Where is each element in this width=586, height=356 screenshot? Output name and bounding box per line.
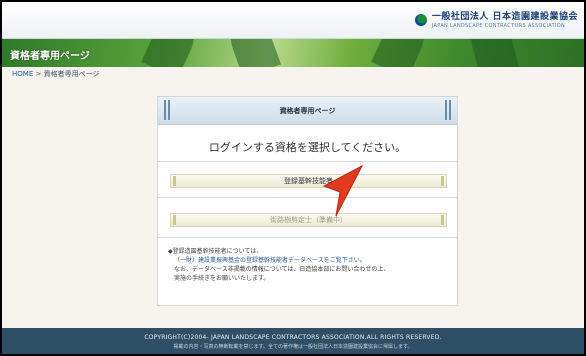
association-logo-icon (414, 14, 427, 26)
leaf-decoration (464, 39, 520, 67)
brand-logo-area[interactable]: 一般社団法人 日本造園建設業協会 JAPAN LANDSCAPE CONTRAC… (414, 12, 578, 29)
divider (158, 237, 457, 238)
divider (158, 161, 457, 162)
banner-title: 資格者専用ページ (10, 51, 90, 62)
button-cap (173, 176, 176, 186)
panel-header: 資格者専用ページ (158, 97, 457, 125)
site-header: 一般社団法人 日本造園建設業協会 JAPAN LANDSCAPE CONTRAC… (2, 2, 584, 39)
notes-line-1: なお、データベース非掲載の情報については、日造協本部にお問い合わせの上、 (174, 266, 390, 273)
brand-text: 一般社団法人 日本造園建設業協会 JAPAN LANDSCAPE CONTRAC… (432, 12, 578, 29)
qualification-panel: 資格者専用ページ ログインする資格を選択してください。 登録基幹技能者 街路樹剪… (157, 96, 458, 306)
breadcrumb-current: 資格者専用ページ (43, 70, 100, 78)
leaf-decoration (371, 39, 433, 67)
qualification-button-kikan[interactable]: 登録基幹技能者 (170, 174, 447, 188)
breadcrumb: HOME > 資格者専用ページ (12, 69, 99, 79)
breadcrumb-separator: > (35, 70, 42, 78)
database-link[interactable]: （一財）建設業振興基金の登録基幹技能者データベースをご覧下さい。 (168, 256, 452, 265)
breadcrumb-home-link[interactable]: HOME (12, 70, 33, 78)
notes-section: ◆登録造園基幹技能者については、 （一財）建設業振興基金の登録基幹技能者データベ… (168, 247, 452, 283)
footer-copyright: COPYRIGHT(C)2004- JAPAN LANDSCAPE CONTRA… (144, 334, 442, 341)
button-cap (441, 176, 444, 186)
qualification-button-gairoju[interactable]: 街路樹剪定士（準備中） (170, 213, 447, 227)
org-name-en: JAPAN LANDSCAPE CONTRACTORS ASSOCIATION (431, 23, 566, 29)
page-banner: 資格者専用ページ (2, 39, 584, 67)
notes-line-2: 実施の手続きをお願いいたします。 (174, 275, 270, 282)
button-cap (441, 215, 444, 225)
button-cap (173, 215, 176, 225)
leaf-decoration (141, 39, 203, 67)
footer-notice: 掲載の内容・写真の無断転載を禁じます。全ての著作権は一般社団法人日本造園建設業協… (173, 344, 413, 350)
red-arrow-pointer-icon (322, 164, 364, 217)
divider (158, 197, 457, 198)
leaf-decoration (222, 39, 282, 67)
site-footer: COPYRIGHT(C)2004- JAPAN LANDSCAPE CONTRA… (2, 328, 584, 354)
login-prompt: ログインする資格を選択してください。 (208, 141, 407, 154)
org-name-ja: 一般社団法人 日本造園建設業協会 (431, 12, 578, 22)
panel-title: 資格者専用ページ (279, 107, 336, 115)
notes-heading: ◆登録造園基幹技能者については、 (168, 248, 263, 255)
